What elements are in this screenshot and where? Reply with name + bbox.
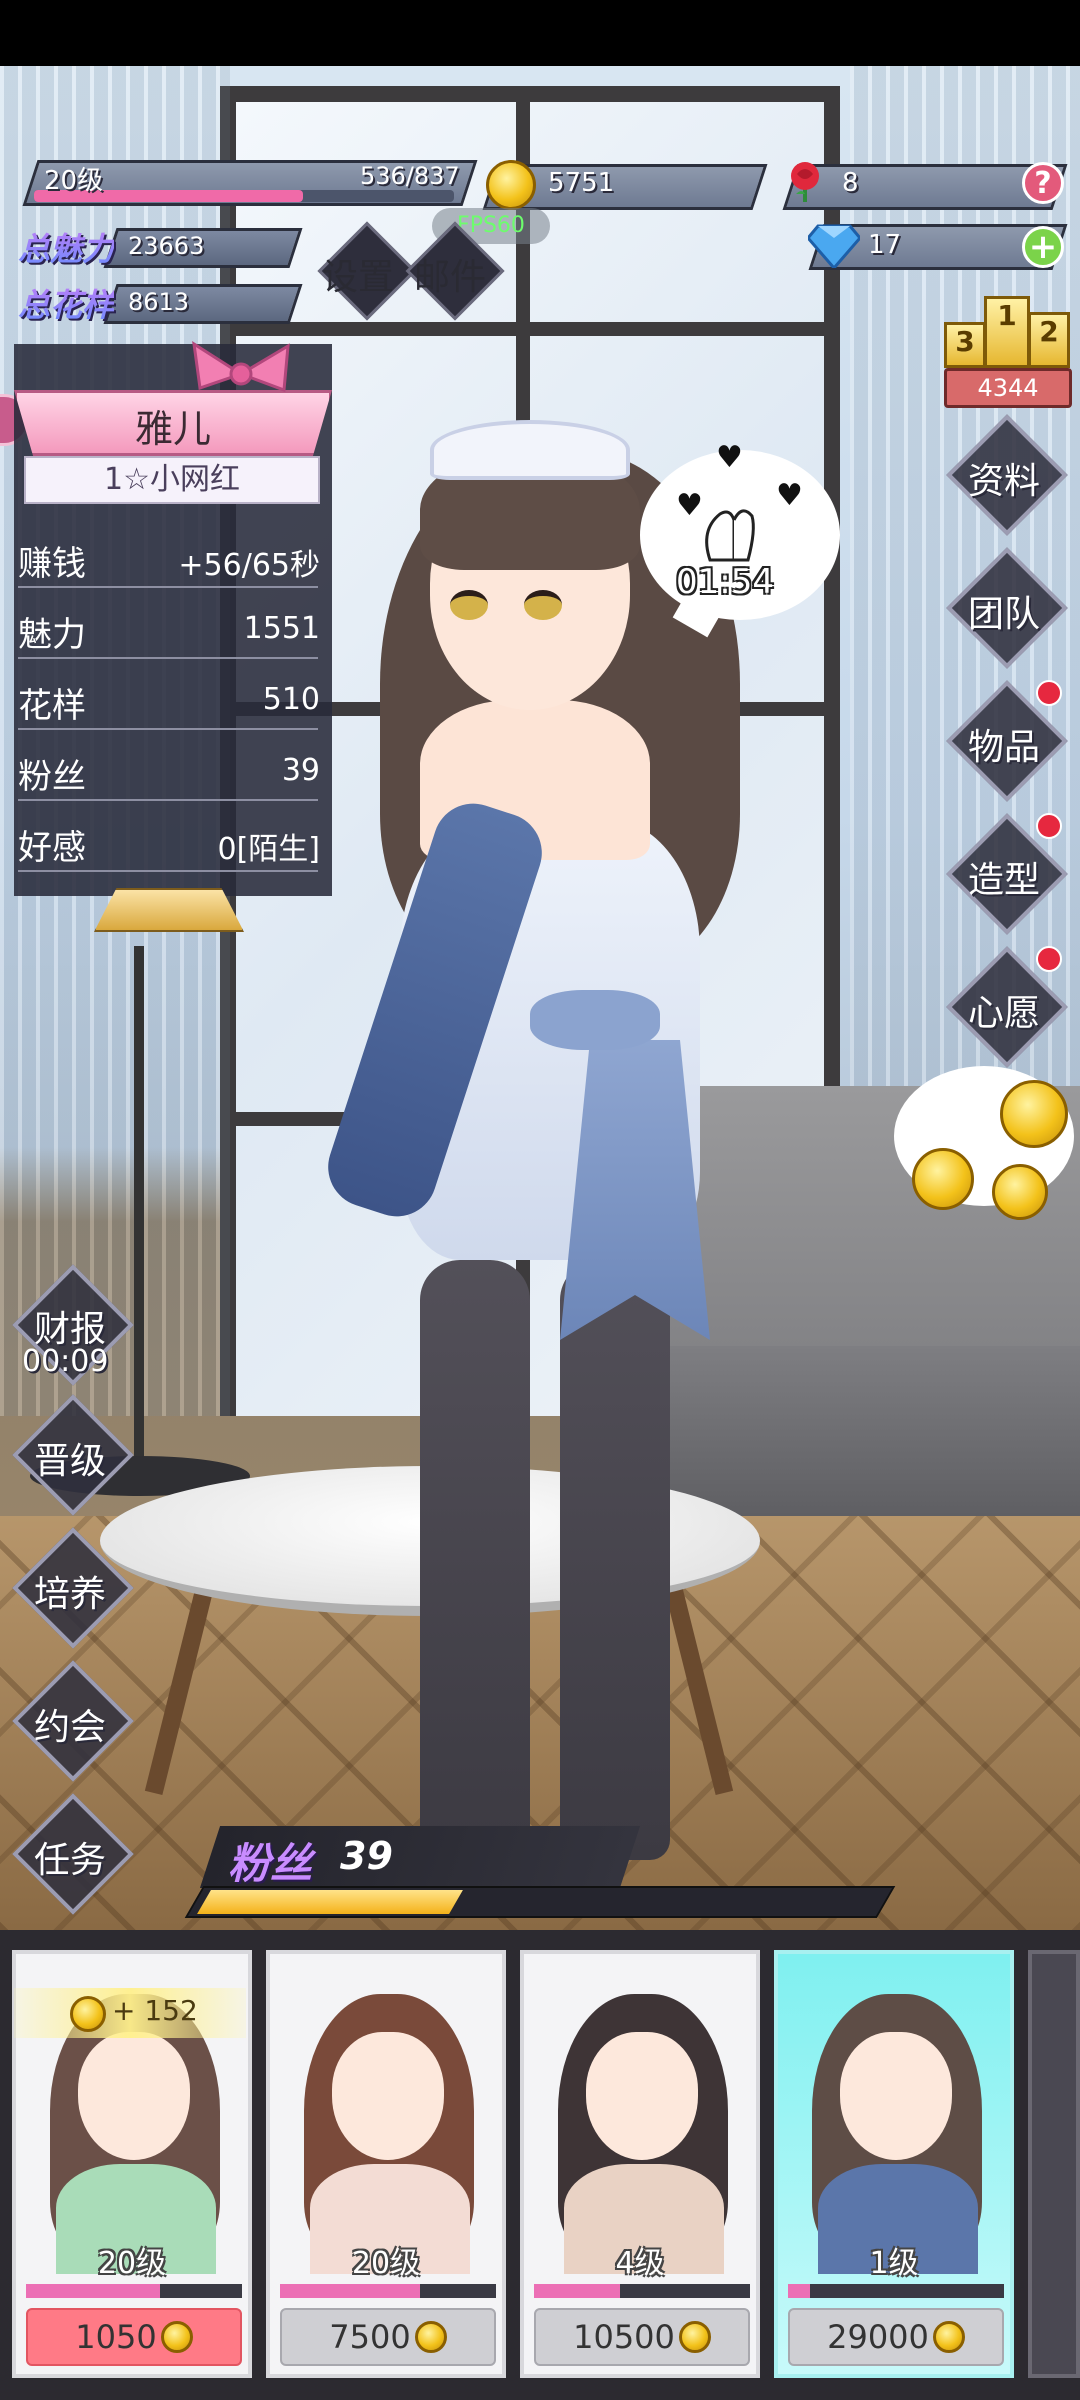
total-charm-label: 总魅力 <box>18 224 114 270</box>
fans-progress-fill <box>197 1890 463 1914</box>
info-row-value: +56/65秒 <box>178 548 320 583</box>
finger-heart-icon <box>705 509 755 562</box>
coin-count: 5751 <box>548 168 615 198</box>
question-icon[interactable]: ? <box>1022 162 1064 204</box>
divider <box>18 728 318 730</box>
exp-text: 536/837 <box>360 162 460 190</box>
girl-progress-track <box>788 2284 1004 2298</box>
coin-icon <box>486 160 536 210</box>
girl-level: 1级 <box>869 2246 919 2281</box>
right-menu-button[interactable]: 团队 <box>968 585 1040 637</box>
right-menu-button[interactable]: 资料 <box>968 452 1040 504</box>
character-name: 雅儿 <box>134 407 211 451</box>
girl-card-partial[interactable] <box>1028 1950 1080 2378</box>
info-row-value: 39 <box>281 753 320 788</box>
divider <box>18 657 318 659</box>
girl-level: 20级 <box>97 2246 167 2281</box>
upgrade-button[interactable]: 7500 <box>280 2308 496 2366</box>
coin-icon <box>678 2321 711 2353</box>
girl-card[interactable]: 20级 7500 <box>266 1950 506 2378</box>
info-row-value: 0[陌生] <box>217 832 321 867</box>
notification-dot <box>1036 813 1062 839</box>
girl-card[interactable]: 1级 29000 <box>774 1950 1014 2378</box>
bubble-timer: 01:54 <box>676 562 774 602</box>
card-stand <box>94 888 244 932</box>
settings-button[interactable]: 设置 <box>322 248 394 300</box>
ribbon-bow-icon <box>192 340 290 393</box>
total-style-value: 8613 <box>128 288 190 316</box>
left-menu-button[interactable]: 培养 <box>34 1565 106 1617</box>
rank-podium[interactable]: 3 1 2 4344 <box>944 288 1072 408</box>
fans-count: 39 <box>340 1834 393 1878</box>
divider <box>18 586 318 588</box>
info-row-label: 魅力 <box>18 615 86 655</box>
right-menu-button[interactable]: 造型 <box>968 851 1040 903</box>
character-title: 1☆小网红 <box>24 456 320 504</box>
upgrade-button[interactable]: 10500 <box>534 2308 750 2366</box>
coin-icon <box>1000 1080 1068 1148</box>
notification-dot <box>1036 680 1062 706</box>
left-menu-button[interactable]: 任务 <box>34 1831 106 1883</box>
info-row-label: 好感 <box>18 828 86 868</box>
heart-icon: ♥ <box>716 440 743 475</box>
coin-icon <box>912 1148 974 1210</box>
info-row-label: 花样 <box>18 686 86 726</box>
upgrade-price: 10500 <box>573 2318 675 2356</box>
rank-value: 4344 <box>944 368 1072 408</box>
upgrade-price: 1050 <box>75 2318 157 2356</box>
notification-dot <box>1036 946 1062 972</box>
diamond-count: 17 <box>868 230 902 260</box>
girl-portrait <box>778 1954 1010 2274</box>
girl-level: 20级 <box>351 2246 421 2281</box>
upgrade-button[interactable]: 29000 <box>788 2308 1004 2366</box>
info-row-label: 赚钱 <box>18 544 86 584</box>
info-row-value: 1551 <box>243 611 320 646</box>
girl-progress-fill <box>788 2284 810 2298</box>
reward-text: + 152 <box>112 1994 198 2027</box>
divider <box>18 870 318 872</box>
coin-icon <box>160 2321 193 2353</box>
coin-icon <box>414 2321 447 2353</box>
girl-progress-fill <box>534 2284 620 2298</box>
heart-icon: ♥ <box>776 478 803 513</box>
upgrade-price: 29000 <box>827 2318 929 2356</box>
mail-button[interactable]: 邮件 <box>414 248 486 300</box>
girl-portrait <box>524 1954 756 2274</box>
divider <box>18 799 318 801</box>
coin-icon <box>992 1164 1048 1220</box>
fans-label: 粉丝 <box>228 1839 313 1888</box>
total-charm-value: 23663 <box>128 232 205 260</box>
right-menu-button[interactable]: 心愿 <box>968 984 1040 1036</box>
girl-level: 4级 <box>615 2246 665 2281</box>
podium-third: 3 <box>944 322 986 368</box>
podium-first: 1 <box>984 296 1030 368</box>
left-menu-button[interactable]: 约会 <box>34 1698 106 1750</box>
level-text: 20级 <box>44 166 104 196</box>
left-menu-button[interactable]: 晋级 <box>34 1432 106 1484</box>
info-row-value: 510 <box>262 682 320 717</box>
floor-lamp <box>134 946 144 1476</box>
girl-portrait <box>270 1954 502 2274</box>
rose-icon <box>791 162 819 202</box>
plus-icon[interactable]: + <box>1022 226 1064 268</box>
podium-second: 2 <box>1028 312 1070 368</box>
girl-progress-fill <box>26 2284 160 2298</box>
upgrade-price: 7500 <box>329 2318 411 2356</box>
report-timer: 00:09 <box>22 1344 109 1379</box>
upgrade-button[interactable]: 1050 <box>26 2308 242 2366</box>
diamond-icon <box>808 224 860 268</box>
info-row-label: 粉丝 <box>18 757 86 797</box>
coin-icon <box>70 1996 106 2032</box>
total-style-label: 总花样 <box>18 280 114 326</box>
girl-card[interactable]: 4级 10500 <box>520 1950 760 2378</box>
coin-icon <box>932 2321 965 2353</box>
rose-count: 8 <box>842 168 859 198</box>
right-menu-button[interactable]: 物品 <box>968 718 1040 770</box>
girl-progress-fill <box>280 2284 420 2298</box>
